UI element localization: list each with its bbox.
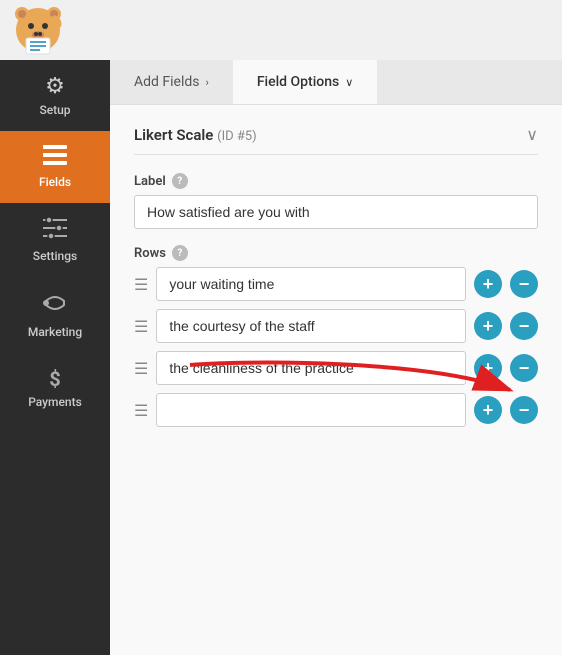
- rows-label: Rows ?: [134, 245, 538, 261]
- row-add-button-3[interactable]: +: [474, 354, 502, 382]
- label-input[interactable]: [134, 195, 538, 229]
- sidebar: ⚙ Setup Fields: [0, 60, 110, 655]
- sidebar-label-settings: Settings: [33, 249, 77, 263]
- sidebar-item-marketing[interactable]: Marketing: [0, 277, 110, 353]
- sidebar-label-marketing: Marketing: [28, 325, 82, 339]
- row-remove-button-1[interactable]: −: [510, 270, 538, 298]
- row-add-button-4[interactable]: +: [474, 396, 502, 424]
- tab-add-fields-chevron: ›: [206, 76, 209, 89]
- gear-icon: ⚙: [45, 74, 65, 99]
- marketing-icon: [43, 291, 67, 321]
- tab-add-fields-label: Add Fields: [134, 74, 200, 90]
- main-layout: ⚙ Setup Fields: [0, 60, 562, 655]
- sidebar-item-settings[interactable]: Settings: [0, 203, 110, 277]
- sidebar-label-payments: Payments: [28, 395, 82, 409]
- rows-section: Rows ? ☰ + − ☰ + −: [134, 245, 538, 427]
- tab-field-options-chevron: ∨: [345, 76, 353, 89]
- row-item-4: ☰ + −: [134, 393, 538, 427]
- row-input-4[interactable]: [156, 393, 466, 427]
- row-remove-button-2[interactable]: −: [510, 312, 538, 340]
- row-item-3: ☰ + −: [134, 351, 538, 385]
- row-item-1: ☰ + −: [134, 267, 538, 301]
- settings-icon: [43, 217, 67, 245]
- field-id-badge: (ID #5): [217, 129, 257, 144]
- label-help-icon[interactable]: ?: [172, 173, 188, 189]
- sidebar-label-fields: Fields: [39, 175, 71, 189]
- row-input-2[interactable]: [156, 309, 466, 343]
- sidebar-item-payments[interactable]: $ Payments: [0, 353, 110, 423]
- field-title: Likert Scale (ID #5): [134, 126, 257, 144]
- tabs-bar: Add Fields › Field Options ∨: [110, 60, 562, 105]
- sidebar-item-setup[interactable]: ⚙ Setup: [0, 60, 110, 131]
- field-collapse-icon[interactable]: ∨: [526, 125, 538, 144]
- label-group: Label ?: [134, 173, 538, 229]
- logo-bar: [0, 0, 562, 60]
- row-remove-button-3[interactable]: −: [510, 354, 538, 382]
- field-header: Likert Scale (ID #5) ∨: [134, 125, 538, 155]
- drag-handle-2[interactable]: ☰: [134, 317, 148, 336]
- row-add-button-2[interactable]: +: [474, 312, 502, 340]
- logo-icon: [12, 4, 64, 56]
- drag-handle-4[interactable]: ☰: [134, 401, 148, 420]
- fields-icon: [43, 145, 67, 171]
- form-content: Likert Scale (ID #5) ∨ Label ? Rows ?: [110, 105, 562, 655]
- row-input-3[interactable]: [156, 351, 466, 385]
- rows-help-icon[interactable]: ?: [172, 245, 188, 261]
- row-item-2: ☰ + −: [134, 309, 538, 343]
- label-field-label: Label ?: [134, 173, 538, 189]
- sidebar-item-fields[interactable]: Fields: [0, 131, 110, 203]
- row-add-button-1[interactable]: +: [474, 270, 502, 298]
- sidebar-label-setup: Setup: [39, 103, 70, 117]
- content-area: Add Fields › Field Options ∨ Likert Scal…: [110, 60, 562, 655]
- tab-add-fields[interactable]: Add Fields ›: [110, 60, 233, 104]
- row-input-1[interactable]: [156, 267, 466, 301]
- payments-icon: $: [49, 367, 60, 391]
- tab-field-options[interactable]: Field Options ∨: [233, 60, 377, 104]
- drag-handle-3[interactable]: ☰: [134, 359, 148, 378]
- tab-field-options-label: Field Options: [257, 74, 339, 90]
- drag-handle-1[interactable]: ☰: [134, 275, 148, 294]
- row-remove-button-4[interactable]: −: [510, 396, 538, 424]
